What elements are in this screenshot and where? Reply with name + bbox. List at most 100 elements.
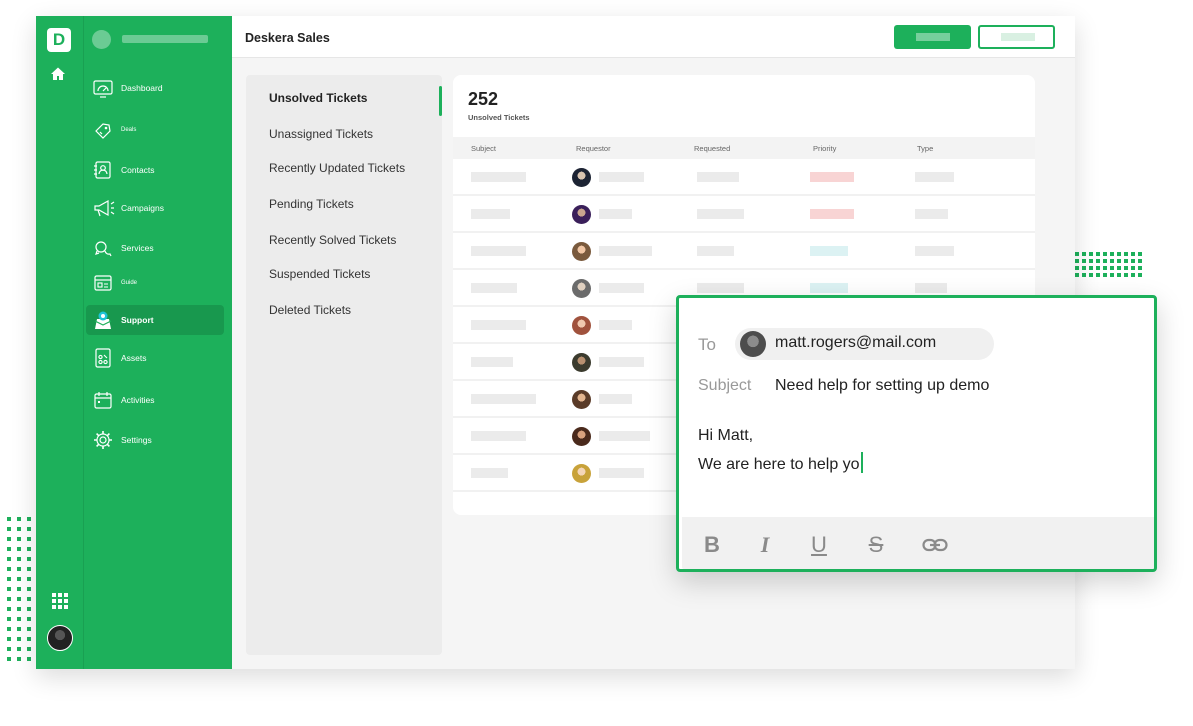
requestor-avatar	[572, 390, 591, 409]
sidebar-item-activities[interactable]: Activities	[86, 385, 224, 415]
user-avatar[interactable]	[47, 625, 73, 651]
ticket-count: 252	[468, 89, 499, 109]
active-view-indicator	[439, 86, 442, 116]
megaphone-icon	[94, 199, 115, 217]
sidebar-item-label: Deals	[121, 127, 137, 133]
view-suspended-tickets[interactable]: Suspended Tickets	[269, 267, 370, 281]
sidebar-item-label: Dashboard	[121, 83, 163, 93]
table-row[interactable]	[453, 196, 1035, 233]
requestor-avatar	[572, 427, 591, 446]
subject-placeholder	[471, 172, 526, 182]
deskera-logo[interactable]: D	[47, 28, 71, 52]
apps-grid-icon[interactable]	[52, 593, 68, 609]
recipient-avatar	[740, 331, 766, 357]
view-recently-updated-tickets[interactable]: Recently Updated Tickets	[269, 161, 405, 175]
requestor-placeholder	[599, 283, 644, 293]
subject-placeholder	[471, 246, 526, 256]
guide-icon	[94, 275, 112, 291]
calendar-icon	[94, 392, 112, 409]
column-header-type[interactable]: Type	[917, 144, 933, 153]
sidebar-item-label: Support	[121, 315, 154, 325]
sidebar-item-services[interactable]: Services	[86, 233, 224, 263]
sidebar-item-label: Contacts	[121, 165, 155, 175]
email-compose-window: To matt.rogers@mail.com Subject Need hel…	[676, 295, 1157, 572]
sidebar-item-support[interactable]: Support	[86, 305, 224, 335]
underline-icon[interactable]: U	[806, 532, 832, 557]
column-header-requestor[interactable]: Requestor	[576, 144, 611, 153]
sidebar-item-guide[interactable]: Guide	[86, 268, 224, 298]
sidebar-item-label: Assets	[121, 353, 147, 363]
subject-label: Subject	[698, 377, 752, 394]
message-body-line[interactable]: We are here to help yo	[698, 452, 863, 474]
sidebar-item-settings[interactable]: Settings	[86, 425, 224, 455]
sidebar-item-campaigns[interactable]: Campaigns	[86, 193, 224, 223]
subject-placeholder	[471, 468, 508, 478]
decorative-dot-grid	[1075, 252, 1142, 277]
dashboard-icon	[93, 80, 113, 98]
date-placeholder	[697, 246, 734, 256]
view-unsolved-tickets[interactable]: Unsolved Tickets	[269, 91, 367, 105]
subject-placeholder	[471, 357, 513, 367]
bold-icon[interactable]: B	[699, 532, 725, 557]
recipient-email: matt.rogers@mail.com	[775, 334, 937, 351]
sidebar-item-assets[interactable]: Assets	[86, 343, 224, 373]
subject-input[interactable]: Need help for setting up demo	[775, 377, 989, 395]
sidebar-item-contacts[interactable]: Contacts	[86, 155, 224, 185]
org-name-placeholder	[122, 35, 208, 43]
icon-rail: D	[36, 16, 84, 669]
gear-icon	[94, 431, 112, 449]
sidebar-item-dashboard[interactable]: Dashboard	[86, 73, 224, 103]
requestor-avatar	[572, 464, 591, 483]
column-header-priority[interactable]: Priority	[813, 144, 836, 153]
subject-placeholder	[471, 320, 526, 330]
italic-icon[interactable]: I	[752, 532, 778, 557]
view-deleted-tickets[interactable]: Deleted Tickets	[269, 303, 351, 317]
message-body-line[interactable]: Hi Matt,	[698, 427, 753, 445]
requestor-placeholder	[599, 357, 644, 367]
table-row[interactable]	[453, 159, 1035, 196]
secondary-action-button[interactable]	[978, 25, 1055, 49]
top-bar: Deskera Sales	[232, 16, 1075, 58]
formatting-toolbar: B I U S	[682, 517, 1154, 569]
requestor-avatar	[572, 242, 591, 261]
requestor-placeholder	[599, 320, 632, 330]
view-pending-tickets[interactable]: Pending Tickets	[269, 197, 354, 211]
requestor-avatar	[572, 279, 591, 298]
sidebar-item-deals[interactable]: Deals	[86, 115, 224, 145]
table-row[interactable]	[453, 233, 1035, 270]
requestor-avatar	[572, 353, 591, 372]
type-placeholder	[915, 172, 954, 182]
sidebar-item-label: Services	[121, 243, 154, 253]
ticket-count-label: Unsolved Tickets	[468, 113, 530, 122]
assets-icon	[95, 348, 111, 368]
requestor-placeholder	[599, 431, 650, 441]
priority-badge	[810, 209, 854, 219]
strikethrough-icon[interactable]: S	[863, 532, 889, 557]
org-avatar-placeholder	[92, 30, 111, 49]
chat-icon	[95, 241, 112, 257]
view-unassigned-tickets[interactable]: Unassigned Tickets	[269, 127, 373, 141]
recipient-chip[interactable]: matt.rogers@mail.com	[735, 328, 994, 360]
requestor-placeholder	[599, 209, 632, 219]
page-title: Deskera Sales	[245, 31, 330, 45]
subject-placeholder	[471, 394, 536, 404]
sidebar: Dashboard Deals Contacts Campaigns Servi…	[84, 16, 232, 669]
view-recently-solved-tickets[interactable]: Recently Solved Tickets	[269, 233, 396, 247]
sidebar-item-label: Activities	[121, 395, 155, 405]
requestor-avatar	[572, 205, 591, 224]
priority-badge	[810, 283, 848, 293]
deals-icon	[95, 123, 111, 139]
text-cursor	[860, 452, 863, 473]
column-header-requested[interactable]: Requested	[694, 144, 730, 153]
type-placeholder	[915, 209, 948, 219]
requestor-placeholder	[599, 468, 644, 478]
subject-placeholder	[471, 283, 517, 293]
date-placeholder	[697, 172, 739, 182]
link-icon[interactable]	[922, 533, 948, 557]
primary-action-button[interactable]	[894, 25, 971, 49]
priority-badge	[810, 172, 854, 182]
column-header-subject[interactable]: Subject	[471, 144, 496, 153]
requestor-placeholder	[599, 172, 644, 182]
ticket-views-panel: Unsolved Tickets Unassigned Tickets Rece…	[246, 75, 442, 655]
home-icon[interactable]	[50, 66, 66, 87]
